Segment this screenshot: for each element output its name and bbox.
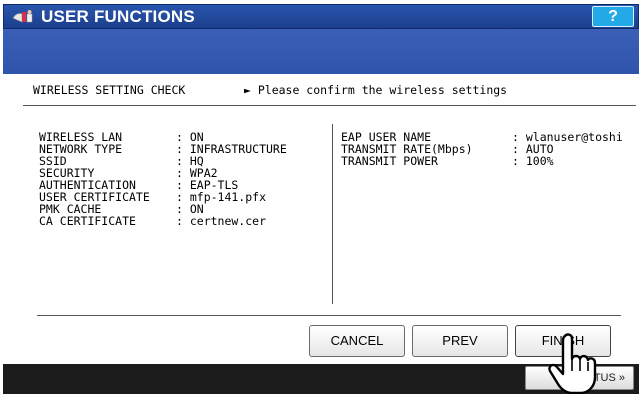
title-bar: USER FUNCTIONS ? <box>3 4 639 29</box>
user-functions-icon <box>12 10 33 23</box>
section-heading: WIRELESS SETTING CHECK <box>33 83 186 97</box>
divider-bottom <box>37 315 621 316</box>
prev-button[interactable]: PREV <box>412 325 508 357</box>
header-band <box>3 29 639 74</box>
setting-label: CA CERTIFICATE <box>39 214 136 228</box>
setting-value: : certnew.cer <box>176 214 267 228</box>
column-divider <box>332 124 333 304</box>
setting-value: : 100% <box>512 154 554 168</box>
setting-label: TRANSMIT POWER <box>341 154 438 168</box>
pointing-hand-icon <box>548 333 597 394</box>
help-button[interactable]: ? <box>592 6 634 27</box>
cancel-button[interactable]: CANCEL <box>309 325 405 357</box>
instruction-text: ► Please confirm the wireless settings <box>244 83 508 97</box>
divider-top <box>23 105 636 106</box>
page-title: USER FUNCTIONS <box>41 7 195 26</box>
setting-row-ca-certificate: CA CERTIFICATE : certnew.cer <box>39 215 329 228</box>
setting-row-transmit-power: TRANSMIT POWER : 100% <box>341 155 639 168</box>
